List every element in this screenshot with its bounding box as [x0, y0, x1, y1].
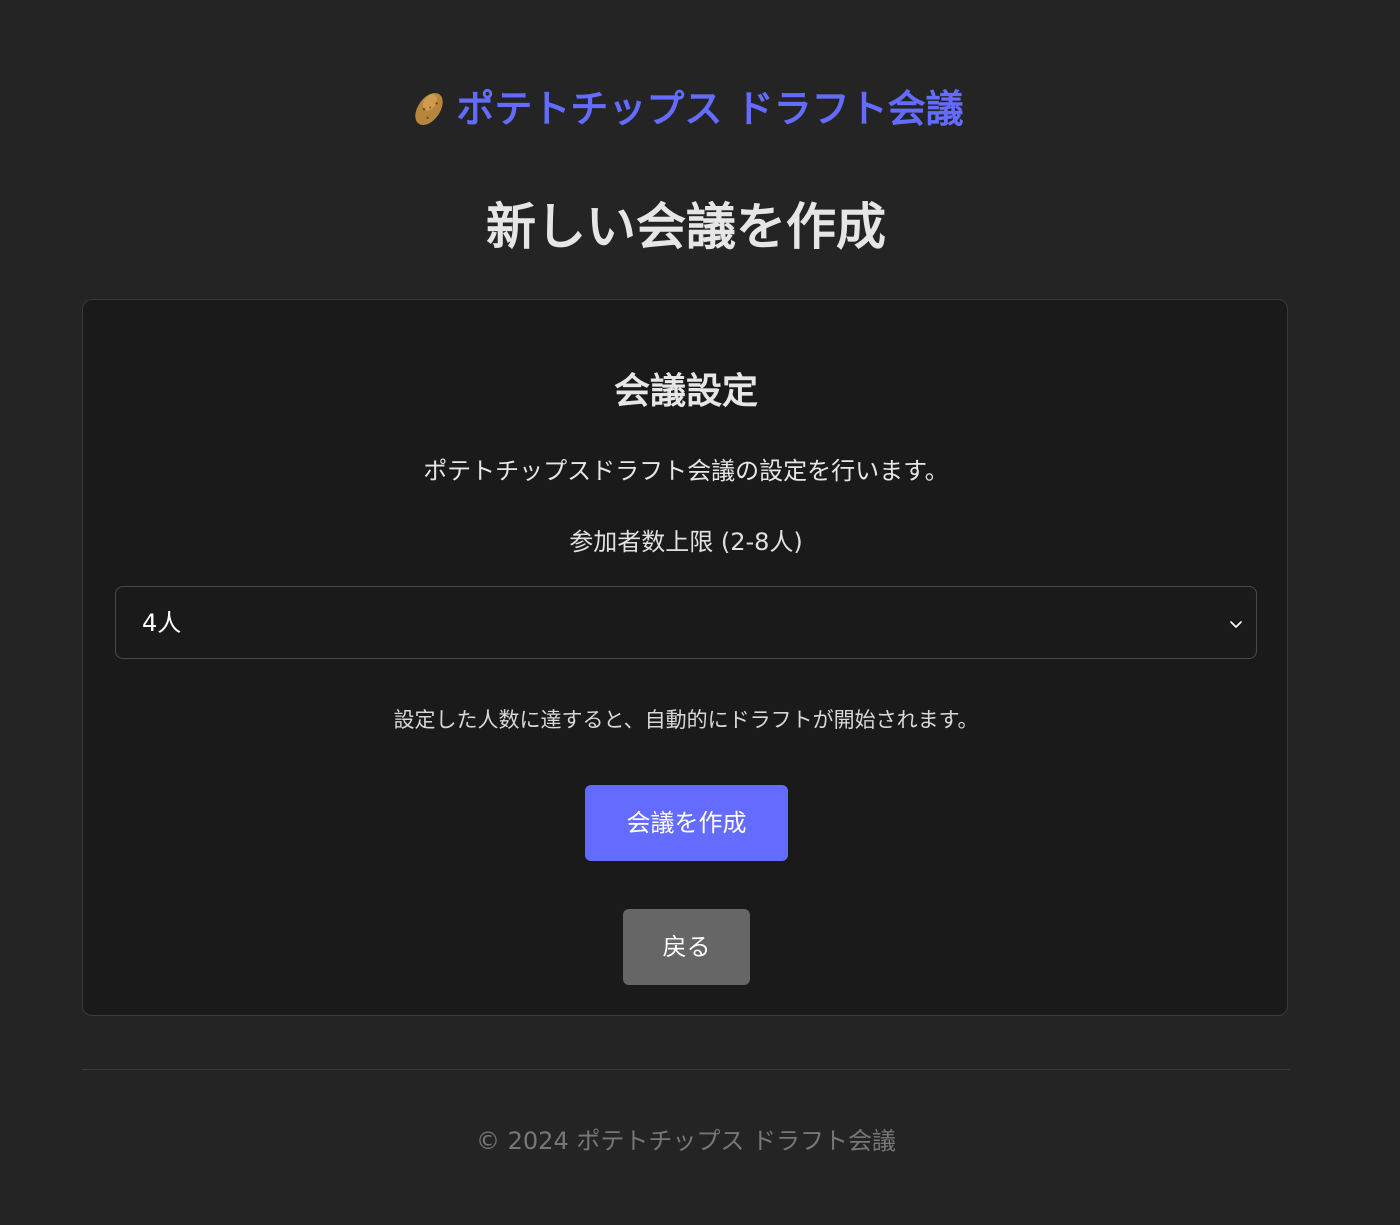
footer-copyright: © 2024 ポテトチップス ドラフト会議 [476, 1127, 896, 1155]
chevron-down-icon [1230, 621, 1242, 628]
site-title[interactable]: ポテトチップス ドラフト会議 [456, 87, 963, 131]
auto-start-hint: 設定した人数に達すると、自動的にドラフトが開始されます。 [393, 708, 979, 732]
participant-limit-select[interactable]: 4人 [115, 586, 1257, 659]
participant-limit-label: 参加者数上限 (2-8人) [569, 528, 803, 556]
create-meeting-button[interactable]: 会議を作成 [585, 785, 788, 861]
participant-limit-value: 4人 [142, 609, 182, 637]
card-description: ポテトチップスドラフト会議の設定を行います。 [423, 457, 949, 485]
back-button[interactable]: 戻る [623, 909, 750, 985]
footer-divider [82, 1069, 1290, 1070]
page: ポテトチップス ドラフト会議 新しい会議を作成 会議設定 ポテトチップスドラフト… [0, 0, 1400, 1225]
site-header: ポテトチップス ドラフト会議 [0, 84, 1372, 134]
potato-icon [415, 92, 444, 125]
page-title: 新しい会議を作成 [486, 198, 886, 256]
card-title: 会議設定 [613, 371, 758, 412]
